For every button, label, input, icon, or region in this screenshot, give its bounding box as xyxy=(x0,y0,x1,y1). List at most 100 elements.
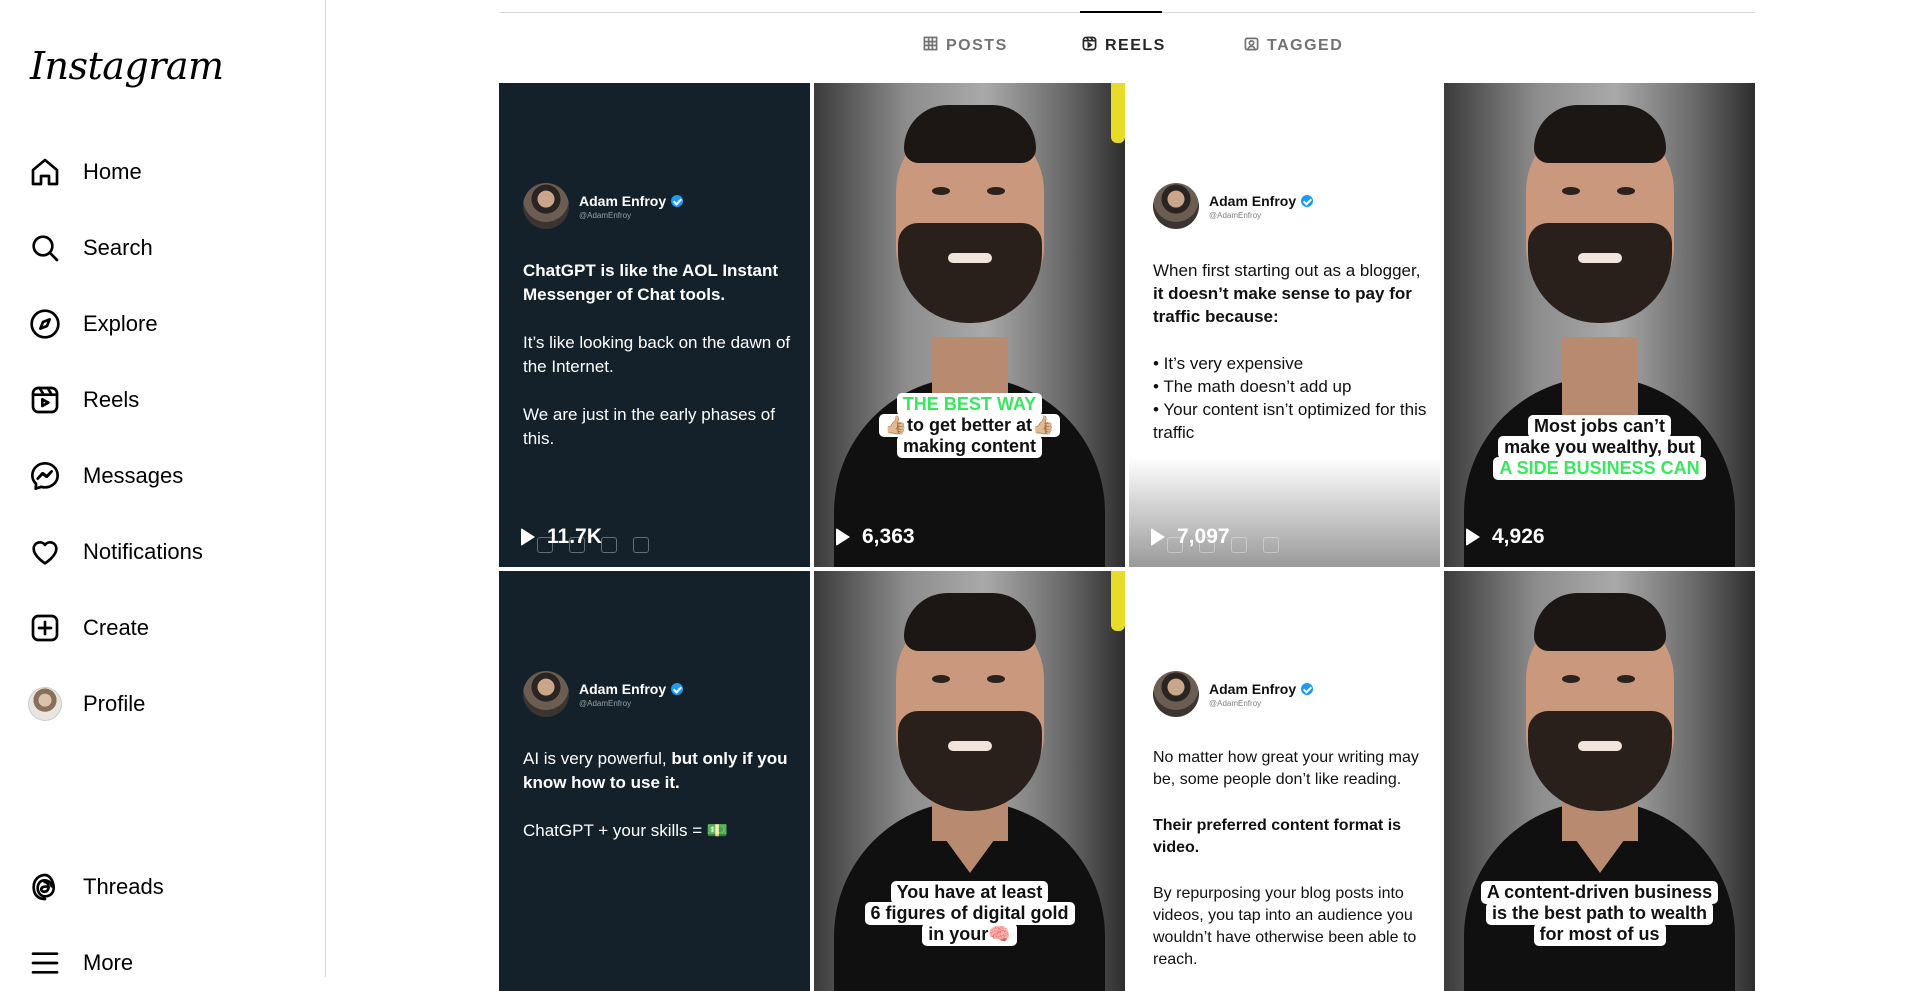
reel-tile[interactable]: Adam Enfroy @AdamEnfroy When first start… xyxy=(1129,83,1440,567)
tweet-paragraph: Their preferred content format is video. xyxy=(1153,817,1402,856)
author-handle: @AdamEnfroy xyxy=(579,698,632,708)
sidebar-item-label: Notifications xyxy=(83,539,203,564)
view-count-value: 11.7K xyxy=(547,525,602,548)
sidebar-item-label: Home xyxy=(83,159,142,184)
play-icon xyxy=(1466,528,1480,546)
instagram-logo[interactable]: Instagram xyxy=(30,44,224,88)
tweet-text: When first starting out as a blogger, it… xyxy=(1153,259,1428,468)
view-count: 7,097 xyxy=(1151,525,1230,549)
person-hair xyxy=(903,105,1036,163)
home-icon xyxy=(28,155,62,189)
reel-tile[interactable]: Adam Enfroy @AdamEnfroy AI is very power… xyxy=(499,571,810,991)
view-count: 11.7K xyxy=(521,525,602,549)
sidebar-item-home[interactable]: Home xyxy=(28,147,142,197)
tweet-paragraph: • It’s very expensive • The math doesn’t … xyxy=(1153,354,1427,442)
person-mouth xyxy=(1577,253,1622,263)
reel-tile[interactable]: Adam Enfroy @AdamEnfroy No matter how gr… xyxy=(1129,571,1440,991)
heart-icon xyxy=(28,535,62,569)
tab-posts[interactable]: POSTS xyxy=(923,36,1008,56)
sidebar-item-messages[interactable]: Messages xyxy=(28,451,183,501)
tweet-header: Adam Enfroy @AdamEnfroy xyxy=(523,183,684,229)
reel-tile[interactable]: Adam Enfroy @AdamEnfroy ChatGPT is like … xyxy=(499,83,810,567)
plus-square-icon xyxy=(28,611,62,645)
tab-reels[interactable]: REELS xyxy=(1082,36,1166,56)
view-count: 6,363 xyxy=(836,525,915,549)
caption-line: 6 figures of digital gold xyxy=(864,902,1075,925)
person-eye xyxy=(987,675,1005,683)
caption-line: 👍🏼to get better at👍🏼 xyxy=(878,414,1061,437)
tweet-text: AI is very powerful, but only if you kno… xyxy=(523,747,798,867)
caption-line: for most of us xyxy=(1533,923,1666,946)
avatar xyxy=(1153,183,1199,229)
tweet-paragraph: ChatGPT + your skills = 💵 xyxy=(523,821,729,840)
sidebar-item-label: Reels xyxy=(83,387,140,412)
avatar xyxy=(28,687,62,721)
sidebar-item-label: Profile xyxy=(83,691,146,716)
lamp xyxy=(1111,83,1125,143)
sidebar-item-label: More xyxy=(83,950,134,975)
sidebar: Instagram Home Search Explore Reels Mess… xyxy=(0,0,326,977)
author-name: Adam Enfroy xyxy=(579,680,667,697)
sidebar-item-threads[interactable]: Threads xyxy=(28,862,164,912)
view-count-value: 4,926 xyxy=(1492,525,1545,548)
verified-badge-icon xyxy=(1301,194,1314,207)
author-name-row: Adam Enfroy xyxy=(1209,680,1314,697)
verified-badge-icon xyxy=(1301,682,1314,695)
avatar-wrap xyxy=(28,687,62,721)
avatar xyxy=(523,671,569,717)
compass-icon xyxy=(28,307,62,341)
sidebar-item-label: Messages xyxy=(83,463,184,488)
profile-main: POSTS REELS TAGGED Adam Enfroy @AdamEnfr… xyxy=(326,0,1920,991)
play-icon xyxy=(1151,528,1165,546)
tweet-paragraph: By repurposing your blog posts into vide… xyxy=(1153,885,1417,968)
sidebar-item-reels[interactable]: Reels xyxy=(28,375,139,425)
tweet-paragraph: No matter how great your writing may be,… xyxy=(1153,749,1419,788)
caption-line: Most jobs can’t xyxy=(1527,415,1671,438)
sidebar-item-profile[interactable]: Profile xyxy=(28,679,145,729)
caption-line: is the best path to wealth xyxy=(1485,902,1714,925)
play-icon xyxy=(836,528,850,546)
sidebar-item-label: Explore xyxy=(83,311,158,336)
tab-label: POSTS xyxy=(946,37,1008,54)
tweet-header: Adam Enfroy @AdamEnfroy xyxy=(1153,183,1314,229)
author-name: Adam Enfroy xyxy=(1209,680,1297,697)
sidebar-item-explore[interactable]: Explore xyxy=(28,299,158,349)
reel-tile[interactable]: A content-driven business is the best pat… xyxy=(1444,571,1755,991)
avatar xyxy=(523,183,569,229)
reel-caption: You have at least 6 figures of digital go… xyxy=(814,881,1125,946)
verified-badge-icon xyxy=(671,194,684,207)
sidebar-item-create[interactable]: Create xyxy=(28,603,149,653)
reel-caption: Most jobs can’t make you wealthy, but A SI… xyxy=(1444,415,1755,480)
search-icon xyxy=(28,231,62,265)
sidebar-item-notifications[interactable]: Notifications xyxy=(28,527,203,577)
author-name-row: Adam Enfroy xyxy=(579,193,684,209)
person-vneck xyxy=(1561,821,1638,873)
caption-line: A SIDE BUSINESS CAN xyxy=(1493,457,1706,480)
caption-line: THE BEST WAY xyxy=(896,393,1043,416)
reel-tile[interactable]: You have at least 6 figures of digital go… xyxy=(814,571,1125,991)
view-count-value: 7,097 xyxy=(1177,525,1230,548)
reel-tile[interactable]: THE BEST WAY 👍🏼to get better at👍🏼 making c… xyxy=(814,83,1125,567)
person-mouth xyxy=(947,253,992,263)
person-hair xyxy=(1533,593,1666,651)
sidebar-item-search[interactable]: Search xyxy=(28,223,153,273)
reels-icon xyxy=(28,383,62,417)
person-eye xyxy=(1617,675,1635,683)
tab-label: TAGGED xyxy=(1267,37,1344,54)
avatar xyxy=(1153,671,1199,717)
reel-tile[interactable]: Most jobs can’t make you wealthy, but A SI… xyxy=(1444,83,1755,567)
view-count-value: 6,363 xyxy=(862,525,915,548)
tab-tagged[interactable]: TAGGED xyxy=(1244,36,1343,56)
sidebar-item-more[interactable]: More xyxy=(28,938,133,988)
threads-icon xyxy=(28,870,62,904)
view-count: 4,926 xyxy=(1466,525,1545,549)
caption-line: in your🧠 xyxy=(922,923,1017,946)
tagged-icon xyxy=(1244,36,1259,56)
tweet-text: No matter how great your writing may be,… xyxy=(1153,747,1428,991)
author-handle: @AdamEnfroy xyxy=(1209,210,1262,220)
tweet-paragraph: We are just in the early phases of this. xyxy=(523,405,775,448)
person-hair xyxy=(903,593,1036,651)
tweet-header: Adam Enfroy @AdamEnfroy xyxy=(1153,671,1314,717)
reel-caption: THE BEST WAY 👍🏼to get better at👍🏼 making c… xyxy=(814,393,1125,458)
person-eye xyxy=(932,675,950,683)
